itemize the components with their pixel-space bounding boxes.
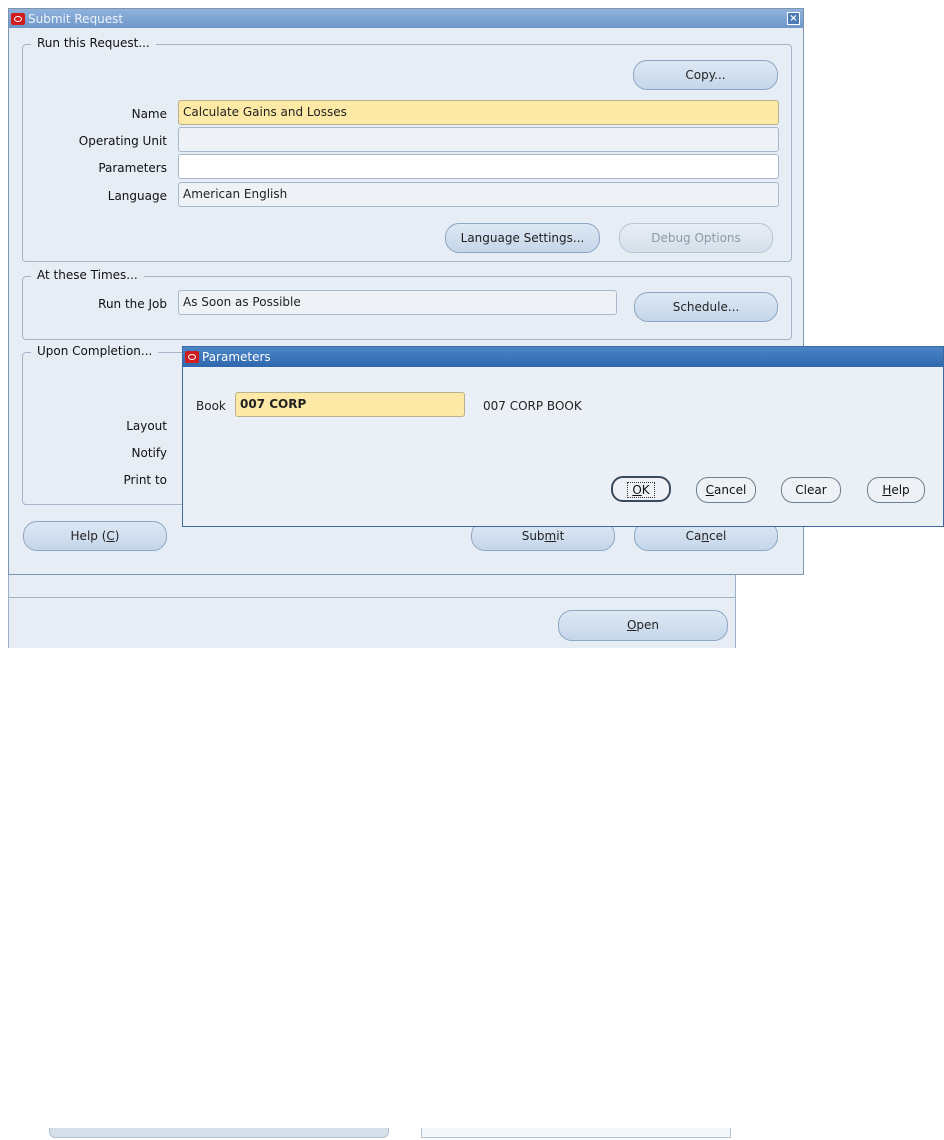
layout-label: Layout	[126, 419, 167, 433]
times-legend: At these Times...	[31, 268, 144, 282]
background-fields	[29, 1128, 731, 1140]
debug-options-button[interactable]: Debug Options	[619, 223, 773, 253]
name-label: Name	[131, 107, 167, 121]
operating-unit-field[interactable]	[178, 127, 779, 152]
parameters-dialog: Parameters Book 007 CORP 007 CORP BOOK O…	[182, 346, 944, 527]
print-to-label: Print to	[123, 473, 167, 487]
parameters-titlebar: Parameters	[183, 347, 943, 367]
parameters-label: Parameters	[98, 161, 167, 175]
name-field[interactable]: Calculate Gains and Losses	[178, 100, 779, 125]
book-field[interactable]: 007 CORP	[235, 392, 465, 417]
background-field-left	[49, 1128, 389, 1138]
copy-button[interactable]: Copy...	[633, 60, 778, 90]
background-field-right	[421, 1128, 731, 1138]
ok-button[interactable]: OK	[611, 476, 671, 502]
parameters-title: Parameters	[202, 350, 271, 364]
open-button[interactable]: Open	[558, 610, 728, 641]
language-field[interactable]: American English	[178, 182, 779, 207]
completion-legend: Upon Completion...	[31, 344, 159, 358]
schedule-button[interactable]: Schedule...	[634, 292, 778, 322]
submit-request-title: Submit Request	[28, 11, 124, 26]
submit-request-titlebar: Submit Request ×	[9, 9, 803, 28]
operating-unit-label: Operating Unit	[78, 134, 167, 148]
clear-button[interactable]: Clear	[781, 477, 841, 503]
close-icon[interactable]: ×	[787, 12, 800, 25]
notify-label: Notify	[131, 446, 167, 460]
background-divider	[8, 597, 736, 598]
language-settings-button[interactable]: Language Settings...	[445, 223, 600, 253]
oracle-logo-icon	[11, 12, 25, 25]
parameters-field[interactable]	[178, 154, 779, 179]
oracle-logo-icon	[185, 351, 199, 363]
help-button[interactable]: Help	[867, 477, 925, 503]
run-job-label: Run the Job	[98, 297, 167, 311]
book-description: 007 CORP BOOK	[483, 399, 582, 413]
cancel-button[interactable]: Cancel	[696, 477, 756, 503]
help-button[interactable]: Help (C)	[23, 521, 167, 551]
book-label: Book	[196, 399, 226, 413]
language-label: Language	[107, 189, 167, 203]
run-request-legend: Run this Request...	[31, 36, 156, 50]
run-job-field[interactable]: As Soon as Possible	[178, 290, 617, 315]
